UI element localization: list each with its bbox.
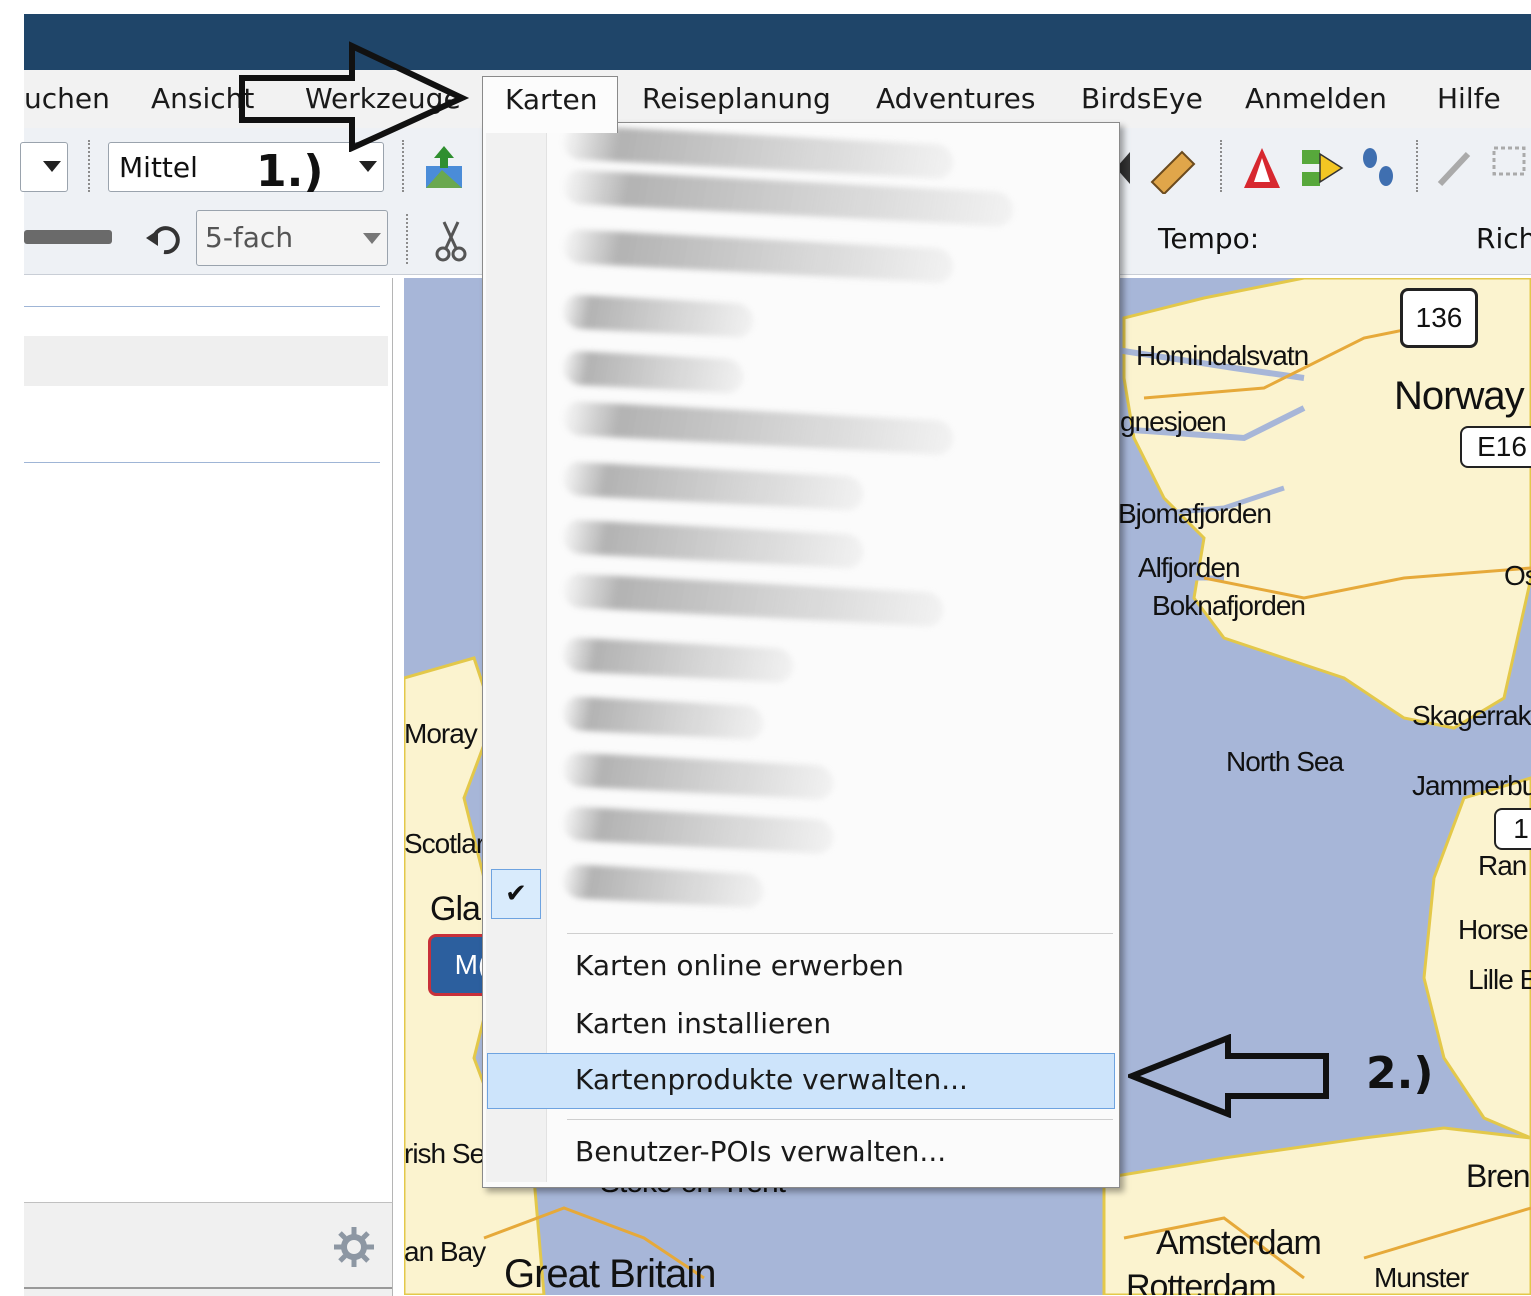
blurred-map-entry[interactable] <box>563 519 863 569</box>
left-panel <box>24 278 393 1202</box>
map-label: Alfjorden <box>1138 552 1241 583</box>
map-label: Norway <box>1394 374 1525 418</box>
menu-adventures[interactable]: Adventures <box>876 82 1035 115</box>
richtung-label: Rich <box>1476 222 1531 255</box>
road-shield: E16 <box>1460 426 1531 468</box>
menu-item-karten-online-erwerben[interactable]: Karten online erwerben <box>575 949 904 982</box>
menu-anmelden[interactable]: Anmelden <box>1245 82 1387 115</box>
waypoint-flag-icon[interactable] <box>1240 144 1286 192</box>
map-label: Boknafjorden <box>1152 590 1306 621</box>
menu-birdseye[interactable]: BirdsEye <box>1081 82 1203 115</box>
map-label: Skagerrak <box>1412 700 1531 731</box>
map-label: Bren <box>1466 1158 1531 1194</box>
blurred-map-entry[interactable] <box>563 294 753 338</box>
menu-hilfe[interactable]: Hilfe <box>1437 82 1501 115</box>
map-label: Munster <box>1374 1262 1469 1293</box>
road-shield: 1 <box>1494 808 1531 850</box>
map-label: rish Se <box>404 1138 485 1169</box>
blurred-map-entry[interactable] <box>563 636 793 684</box>
map-label: North Sea <box>1226 746 1344 777</box>
track-footprint-icon[interactable] <box>1356 144 1402 192</box>
toolbar-grip[interactable] <box>88 140 94 192</box>
left-panel-row[interactable] <box>24 336 388 386</box>
annotation-step-2: 2.) <box>1366 1048 1434 1099</box>
blurred-map-entry[interactable] <box>563 751 833 801</box>
blurred-map-entry[interactable] <box>563 461 863 511</box>
menu-reiseplanung[interactable]: Reiseplanung <box>642 82 831 115</box>
window-titlebar <box>0 0 1531 72</box>
detail-combo-value: Mittel <box>119 151 198 184</box>
menu-item-karten-installieren[interactable]: Karten installieren <box>575 1007 831 1040</box>
route-icon[interactable] <box>1298 144 1344 192</box>
blurred-map-entry[interactable] <box>563 124 953 180</box>
ruler-icon[interactable] <box>1146 146 1202 194</box>
scissors-icon[interactable] <box>434 218 468 264</box>
toolbar-grip[interactable] <box>1416 140 1422 192</box>
left-combo[interactable] <box>20 142 68 192</box>
karten-dropdown-menu: ✔ Karten online erwerben Karten installi… <box>482 122 1120 1188</box>
menu-karten-label: Karten <box>505 83 598 116</box>
edit-pencil-icon[interactable] <box>1432 144 1478 192</box>
map-label: Homindalsvatn <box>1136 340 1309 371</box>
road-shield: 136 <box>1400 288 1478 348</box>
blurred-map-entry[interactable] <box>563 695 763 741</box>
zoom-factor-value: 5-fach <box>205 221 294 254</box>
toolbar-grip[interactable] <box>1220 140 1226 192</box>
menu-item-benutzer-pois-verwalten[interactable]: Benutzer-POIs verwalten... <box>575 1135 946 1168</box>
map-label: Lille E <box>1468 964 1531 995</box>
blurred-map-entry[interactable] <box>563 573 943 627</box>
select-icon[interactable] <box>1490 144 1530 192</box>
map-label: Great Britain <box>504 1252 717 1295</box>
map-label: Moray <box>404 718 478 749</box>
menu-suchen[interactable]: uchen <box>24 82 110 115</box>
blurred-map-entry[interactable] <box>563 863 763 909</box>
map-label: Jammerbu <box>1412 770 1531 801</box>
gear-icon[interactable] <box>332 1225 376 1269</box>
annotation-arrow-right-icon <box>239 41 470 152</box>
menu-item-kartenprodukte-verwalten[interactable]: Kartenprodukte verwalten... <box>575 1063 968 1096</box>
map-label: an Bay <box>404 1236 486 1267</box>
map-label: Amsterdam <box>1156 1224 1322 1262</box>
blurred-map-entry[interactable] <box>563 805 833 855</box>
toolbar-grip[interactable] <box>406 214 412 264</box>
blurred-map-entry[interactable] <box>563 228 953 284</box>
annotation-arrow-left-icon <box>1128 1034 1329 1118</box>
map-label: Bjomafjorden <box>1118 498 1272 529</box>
zoom-slider[interactable] <box>24 230 112 244</box>
blurred-map-entry[interactable] <box>563 169 1013 227</box>
tempo-label: Tempo: <box>1158 222 1260 255</box>
map-label: Gla <box>430 890 481 928</box>
map-label: Scotlar <box>404 828 485 859</box>
zoom-factor-combo[interactable]: 5-fach <box>196 210 388 266</box>
map-label: Os <box>1504 560 1531 591</box>
menu-karten[interactable]: Karten <box>482 76 618 133</box>
undo-icon[interactable] <box>144 218 184 262</box>
left-panel-footer <box>24 1202 393 1296</box>
blurred-map-entry[interactable] <box>563 400 953 456</box>
blurred-map-entry[interactable] <box>563 350 743 394</box>
map-label: Horse <box>1458 914 1529 945</box>
annotation-step-1: 1.) <box>256 146 324 197</box>
map-label: Ran <box>1478 850 1527 881</box>
map-label: gnesjoen <box>1120 406 1227 437</box>
checkmark-icon[interactable]: ✔ <box>491 869 541 919</box>
map-label: Rotterdam <box>1126 1268 1277 1295</box>
